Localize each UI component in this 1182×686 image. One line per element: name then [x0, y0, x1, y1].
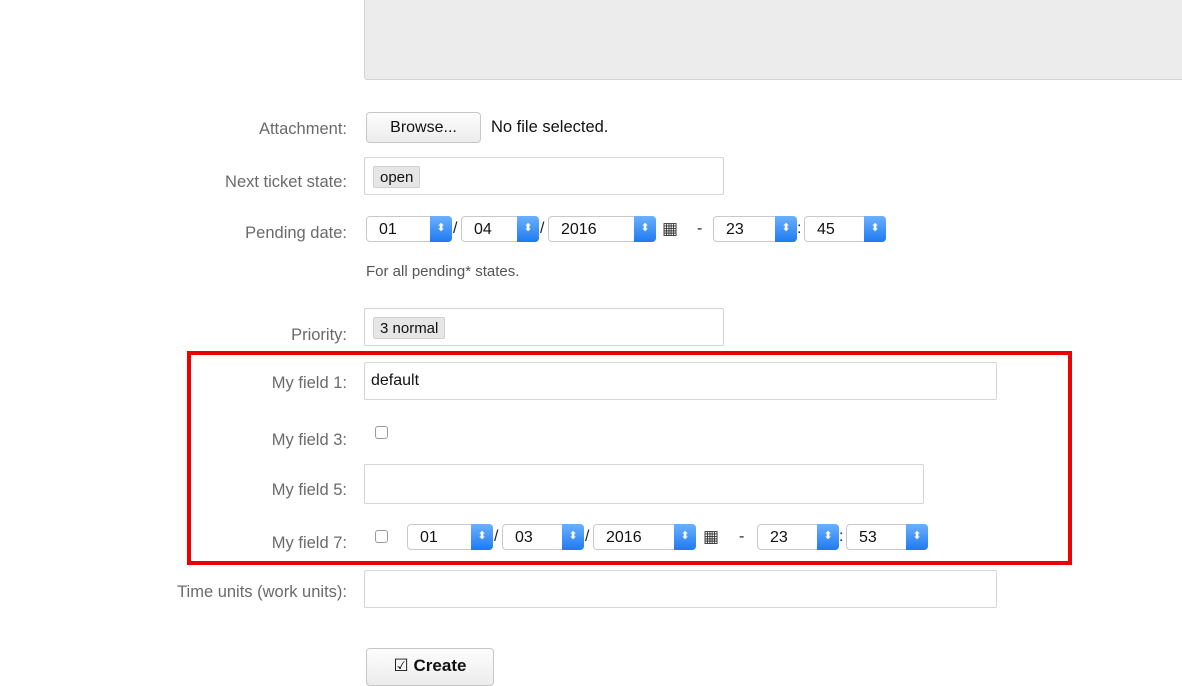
updown-chevron-icon: ⬍	[817, 524, 839, 550]
field7-month-value: 03	[515, 529, 533, 546]
priority-label: Priority:	[291, 326, 347, 344]
pending-date-label: Pending date:	[245, 224, 347, 242]
pending-hint: For all pending* states.	[366, 263, 520, 280]
updown-chevron-icon: ⬍	[562, 524, 584, 550]
time-dash: -	[739, 528, 745, 545]
pending-year-value: 2016	[561, 221, 597, 238]
time-units-input[interactable]	[364, 570, 997, 608]
time-units-label: Time units (work units):	[177, 583, 347, 601]
pending-day-select[interactable]: 01 ⬍	[366, 216, 452, 242]
create-button[interactable]: ☑ Create	[366, 648, 494, 686]
date-separator: /	[453, 220, 458, 237]
field1-label: My field 1:	[271, 374, 347, 392]
priority-value: 3 normal	[373, 317, 446, 339]
field7-checkbox[interactable]	[375, 530, 388, 543]
updown-chevron-icon: ⬍	[517, 216, 539, 242]
field5-label: My field 5:	[271, 481, 347, 499]
next-state-select[interactable]: open	[364, 157, 724, 195]
field7-year-value: 2016	[606, 529, 642, 546]
date-separator: /	[540, 220, 545, 237]
attachment-label: Attachment:	[258, 120, 347, 138]
file-status: No file selected.	[491, 118, 609, 136]
field7-year-select[interactable]: 2016 ⬍	[593, 524, 696, 550]
field7-hour-value: 23	[770, 529, 788, 546]
pending-minute-select[interactable]: 45 ⬍	[804, 216, 886, 242]
pending-day-value: 01	[379, 221, 397, 238]
pending-month-select[interactable]: 04 ⬍	[461, 216, 539, 242]
next-state-value: open	[373, 166, 421, 188]
field7-minute-value: 53	[859, 529, 877, 546]
next-state-label: Next ticket state:	[225, 173, 347, 191]
updown-chevron-icon: ⬍	[775, 216, 797, 242]
updown-chevron-icon: ⬍	[430, 216, 452, 242]
date-separator: /	[494, 528, 499, 545]
field7-day-value: 01	[420, 529, 438, 546]
updown-chevron-icon: ⬍	[906, 524, 928, 550]
field7-hour-select[interactable]: 23 ⬍	[757, 524, 839, 550]
field1-input[interactable]: default	[364, 362, 997, 400]
field3-label: My field 3:	[271, 431, 347, 449]
field7-minute-select[interactable]: 53 ⬍	[846, 524, 928, 550]
create-label: Create	[413, 656, 467, 675]
priority-select[interactable]: 3 normal	[364, 308, 724, 346]
body-textarea[interactable]	[364, 0, 1182, 80]
updown-chevron-icon: ⬍	[864, 216, 886, 242]
date-separator: /	[585, 528, 590, 545]
field7-label: My field 7:	[271, 534, 347, 552]
calendar-icon[interactable]: ▦	[703, 527, 719, 547]
updown-chevron-icon: ⬍	[674, 524, 696, 550]
browse-button[interactable]: Browse...	[366, 112, 481, 143]
calendar-icon[interactable]: ▦	[662, 219, 678, 239]
field7-month-select[interactable]: 03 ⬍	[502, 524, 584, 550]
time-dash: -	[697, 220, 703, 237]
pending-hour-value: 23	[726, 221, 744, 238]
updown-chevron-icon: ⬍	[471, 524, 493, 550]
time-colon: :	[839, 528, 844, 545]
field3-checkbox[interactable]	[375, 426, 388, 439]
check-square-icon: ☑	[393, 656, 409, 675]
field5-input[interactable]	[364, 464, 924, 504]
updown-chevron-icon: ⬍	[634, 216, 656, 242]
pending-year-select[interactable]: 2016 ⬍	[548, 216, 656, 242]
pending-month-value: 04	[474, 221, 492, 238]
time-colon: :	[797, 220, 802, 237]
field7-day-select[interactable]: 01 ⬍	[407, 524, 493, 550]
pending-hour-select[interactable]: 23 ⬍	[713, 216, 797, 242]
pending-minute-value: 45	[817, 221, 835, 238]
